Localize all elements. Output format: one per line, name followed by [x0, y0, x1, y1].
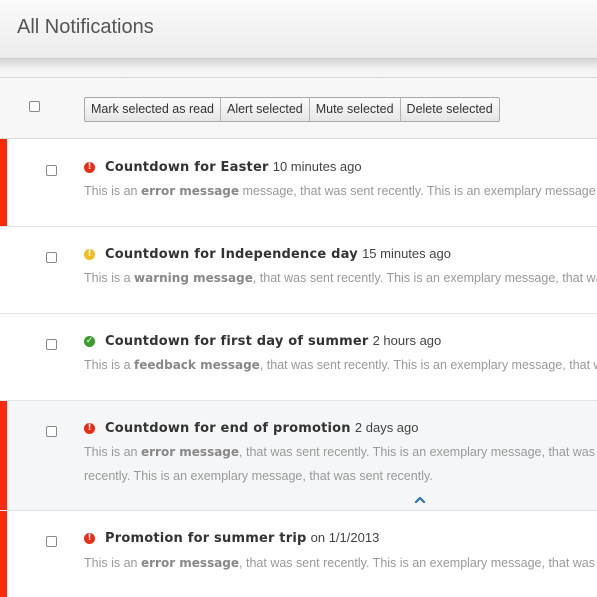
- message-kind: error message: [140, 184, 240, 198]
- unread-marker: [0, 401, 7, 510]
- mute-button[interactable]: Mute selected: [309, 98, 401, 121]
- message-kind: warning message: [134, 271, 253, 285]
- notification-message-continued: recently. This is an exemplary message, …: [84, 469, 433, 483]
- header-separator: [0, 59, 597, 78]
- message-kind: error message: [140, 556, 240, 570]
- delete-button[interactable]: Delete selected: [400, 98, 499, 121]
- row-checkbox[interactable]: [46, 339, 57, 350]
- message-kind: feedback message: [134, 358, 260, 372]
- notification-headline: Promotion for summer trip on 1/1/2013: [105, 530, 379, 546]
- notification-subject[interactable]: Countdown for Easter: [105, 160, 269, 175]
- notification-time: 15 minutes ago: [362, 246, 451, 261]
- error-icon: !: [84, 162, 95, 173]
- notification-message: This is a feedback message, that was sen…: [84, 353, 597, 377]
- unread-marker: [0, 139, 7, 226]
- notification-subject[interactable]: Countdown for Independence day: [105, 247, 358, 262]
- page-title: All Notifications: [17, 16, 154, 38]
- notification-row-expanded[interactable]: ! Countdown for end of promotion 2 days …: [0, 401, 597, 511]
- title-bar: All Notifications: [0, 0, 597, 59]
- notification-headline: Countdown for Easter 10 minutes ago: [105, 159, 362, 175]
- notification-subject[interactable]: Countdown for end of promotion: [105, 421, 351, 436]
- notification-time: 2 days ago: [354, 420, 419, 435]
- row-checkbox[interactable]: [46, 165, 57, 176]
- notification-headline: Countdown for first day of summer 2 hour…: [105, 333, 441, 349]
- notification-message: This is an error message, that was sent …: [84, 440, 597, 464]
- toolbar: Mark selected as read Alert selected Mut…: [0, 78, 597, 139]
- bulk-action-buttons: Mark selected as read Alert selected Mut…: [84, 97, 500, 122]
- message-prefix: This is a: [84, 358, 135, 372]
- error-icon: !: [84, 533, 95, 544]
- chevron-up-icon[interactable]: [414, 495, 426, 505]
- message-suffix: message, that was sent recently. This is…: [239, 184, 597, 198]
- mark-read-button[interactable]: Mark selected as read: [85, 98, 221, 121]
- row-checkbox[interactable]: [46, 536, 57, 547]
- row-checkbox[interactable]: [46, 252, 57, 263]
- notification-message: This is a warning message, that was sent…: [84, 266, 597, 290]
- notification-row[interactable]: ! Countdown for Independence day 15 minu…: [0, 227, 597, 314]
- notification-row[interactable]: ! Promotion for summer trip on 1/1/2013 …: [0, 511, 597, 597]
- notification-row[interactable]: ! Countdown for Easter 10 minutes ago Th…: [0, 139, 597, 227]
- notification-row[interactable]: ✓ Countdown for first day of summer 2 ho…: [0, 314, 597, 401]
- warning-icon: !: [84, 249, 95, 260]
- notification-time: 10 minutes ago: [272, 159, 362, 174]
- notification-subject[interactable]: Promotion for summer trip: [105, 531, 306, 546]
- message-prefix: This is a: [84, 271, 135, 285]
- alert-button[interactable]: Alert selected: [220, 98, 310, 121]
- message-kind: error message: [140, 445, 240, 459]
- notification-headline: Countdown for end of promotion 2 days ag…: [105, 420, 419, 436]
- check-icon: ✓: [84, 336, 95, 347]
- notification-headline: Countdown for Independence day 15 minute…: [105, 246, 451, 262]
- message-prefix: This is an: [84, 184, 141, 198]
- select-all-checkbox[interactable]: [29, 101, 40, 112]
- message-suffix: , that was sent recently. This is an exe…: [239, 445, 597, 459]
- message-prefix: This is an: [84, 556, 141, 570]
- message-suffix: , that was sent recently. This is an exe…: [252, 271, 597, 285]
- notification-subject[interactable]: Countdown for first day of summer: [105, 334, 368, 349]
- message-prefix: This is an: [84, 445, 141, 459]
- error-icon: !: [84, 423, 95, 434]
- message-suffix: , that was sent recently. This is an exe…: [259, 358, 597, 372]
- row-checkbox[interactable]: [46, 426, 57, 437]
- notification-time: 2 hours ago: [372, 333, 442, 348]
- message-suffix: , that was sent recently. This is an exe…: [239, 556, 597, 570]
- notification-message: This is an error message message, that w…: [84, 179, 597, 203]
- unread-marker: [0, 511, 7, 597]
- notification-message: This is an error message, that was sent …: [84, 551, 597, 575]
- notification-time: on 1/1/2013: [310, 530, 380, 545]
